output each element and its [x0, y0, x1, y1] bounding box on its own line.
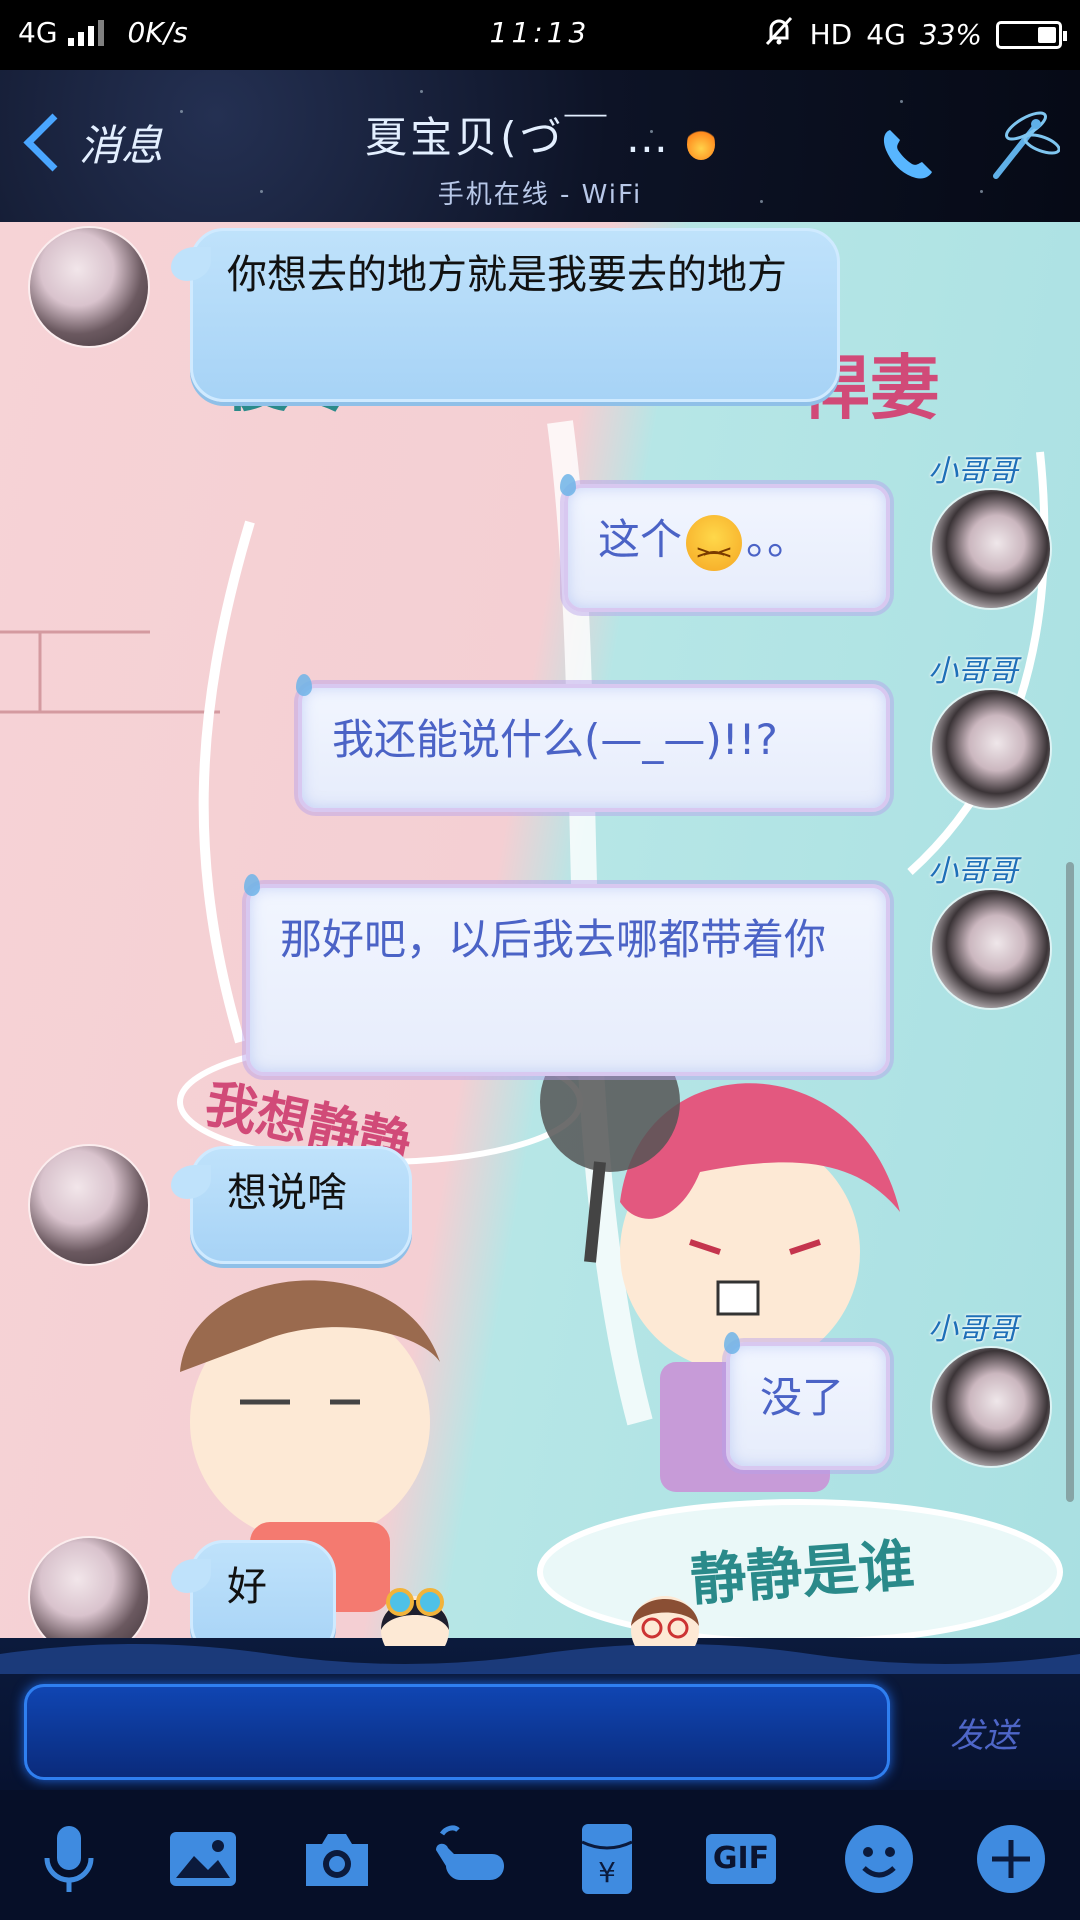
- phone-call-button[interactable]: [876, 122, 940, 186]
- message-bubble-outgoing[interactable]: 我还能说什么(—_—)!!?: [298, 684, 890, 812]
- sender-tag: 小哥哥: [928, 1312, 1018, 1347]
- contact-avatar[interactable]: [30, 1146, 148, 1264]
- flame-icon: [686, 121, 715, 160]
- message-text: 想说啥: [227, 1170, 347, 1216]
- contact-name: 夏宝贝(づ￣ …: [365, 113, 671, 162]
- scrollbar[interactable]: [1066, 862, 1074, 1502]
- contact-avatar[interactable]: [30, 1538, 148, 1638]
- message-text: 好: [227, 1564, 267, 1610]
- water-drop-decoration: [296, 674, 312, 696]
- input-bar: 发送: [0, 1588, 1080, 1790]
- svg-text:¥: ¥: [598, 1856, 616, 1889]
- mute-bell-icon: [762, 14, 796, 55]
- image-button[interactable]: [164, 1820, 242, 1898]
- network-type-right: 4G: [866, 18, 906, 51]
- battery-icon: [996, 20, 1067, 49]
- dragonfly-icon: [993, 111, 1061, 179]
- poke-hand-icon: [436, 1825, 504, 1880]
- my-avatar[interactable]: [932, 690, 1050, 808]
- gif-icon: GIF: [706, 1834, 776, 1884]
- water-drop-decoration: [244, 874, 260, 896]
- message-bubble-outgoing[interactable]: 那好吧，以后我去哪都带着你: [246, 884, 890, 1076]
- microphone-icon: [44, 1826, 94, 1892]
- more-tools-button[interactable]: [972, 1820, 1050, 1898]
- sender-tag: 小哥哥: [928, 854, 1018, 889]
- sender-tag: 小哥哥: [928, 454, 1018, 489]
- chibi-girl-decoration: [381, 1588, 449, 1646]
- more-button[interactable]: [976, 106, 1061, 190]
- message-text: 我还能说什么(—_—)!!?: [332, 715, 778, 764]
- background-text-4: 静静是谁: [688, 1533, 917, 1614]
- message-text: 那好吧，以后我去哪都带着你: [280, 915, 827, 964]
- my-avatar[interactable]: [932, 490, 1050, 608]
- message-bubble-outgoing[interactable]: 没了: [726, 1342, 890, 1470]
- message-bubble-incoming[interactable]: 想说啥: [171, 1146, 412, 1264]
- chat-header: 消息 夏宝贝(づ￣ … 手机在线 - WiFi: [0, 70, 1080, 222]
- red-packet-icon: ¥: [581, 1824, 633, 1894]
- sender-tag: 小哥哥: [928, 654, 1018, 689]
- red-packet-button[interactable]: ¥: [568, 1820, 646, 1898]
- persevering-face-icon: [686, 514, 743, 585]
- plus-icon: [977, 1825, 1045, 1893]
- camera-button[interactable]: [298, 1820, 376, 1898]
- chat-message-list[interactable]: 傻尽 悍妻 我想静静 静静是谁 你想去的地方就是我要去的地方 小哥哥 这个。。 …: [0, 222, 1080, 1638]
- contact-avatar[interactable]: [30, 228, 148, 346]
- send-button[interactable]: 发送: [950, 1708, 1018, 1757]
- wave-decoration: [0, 1644, 1080, 1674]
- my-avatar[interactable]: [932, 1348, 1050, 1466]
- gif-button[interactable]: GIF: [706, 1820, 784, 1898]
- message-text-suffix: 。。: [746, 515, 810, 564]
- battery-percent: 33%: [919, 18, 982, 51]
- message-bubble-incoming[interactable]: 好: [171, 1540, 336, 1638]
- message-text: 没了: [760, 1373, 845, 1422]
- hd-indicator: HD: [809, 18, 853, 51]
- poke-button[interactable]: [432, 1820, 510, 1898]
- message-text: 这个: [598, 515, 683, 564]
- emoji-icon: [845, 1825, 913, 1893]
- chibi-boy-decoration: [631, 1596, 699, 1646]
- phone-icon: [883, 130, 932, 179]
- status-bar: 4G 0K/s 11:13 HD 4G 33%: [0, 0, 1080, 70]
- image-icon: [170, 1832, 236, 1886]
- water-drop-decoration: [724, 1332, 740, 1354]
- camera-icon: [306, 1834, 368, 1886]
- water-drop-decoration: [560, 474, 576, 496]
- my-avatar[interactable]: [932, 890, 1050, 1008]
- chat-toolbar: ¥ GIF: [0, 1790, 1080, 1920]
- message-bubble-outgoing[interactable]: 这个 。。: [564, 484, 890, 612]
- message-text: 你想去的地方就是我要去的地方: [227, 252, 787, 298]
- message-bubble-incoming[interactable]: 你想去的地方就是我要去的地方: [171, 228, 840, 402]
- message-input[interactable]: [24, 1684, 890, 1780]
- voice-button[interactable]: [30, 1820, 108, 1898]
- emoji-button[interactable]: [840, 1820, 918, 1898]
